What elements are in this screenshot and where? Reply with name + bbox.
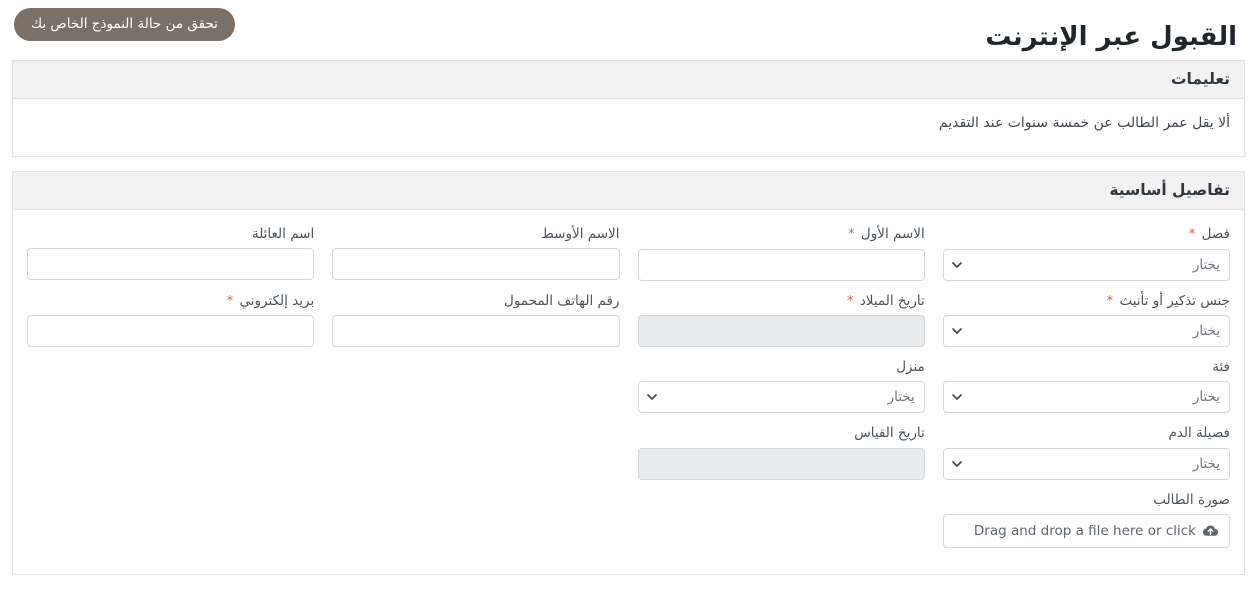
select-جنس-تذكير-أو-تأنيث-wrapper[interactable]: يختار xyxy=(942,315,1230,347)
form-field-الاسم-الأوسط: الاسم الأوسط xyxy=(323,224,628,281)
form-field-تاريخ-القياس: تاريخ القياس xyxy=(629,423,934,480)
form-field-فصيلة-الدم: فصيلة الدم يختار xyxy=(934,423,1239,480)
label-صورة-الطالب: صورة الطالب xyxy=(1153,491,1230,508)
select-فئة-wrapper[interactable]: يختار xyxy=(942,381,1230,414)
label-الاسم-الأوسط: الاسم الأوسط xyxy=(541,226,620,242)
form-field-اسم-العائلة: اسم العائلة xyxy=(18,224,323,281)
check-form-status-button[interactable]: تحقق من حالة النموذج الخاص بك xyxy=(14,8,235,42)
cloud-upload-icon xyxy=(1202,523,1219,538)
select-جنس-تذكير-أو-تأنيث[interactable]: يختار xyxy=(942,315,1230,347)
select-فصل-wrapper[interactable]: يختار xyxy=(942,248,1230,281)
required-asterisk: * xyxy=(848,227,855,242)
label-بريد-إلكتروني: بريد إلكتروني * xyxy=(226,292,315,309)
label-منزل: منزل xyxy=(896,359,925,375)
instructions-text: ألا يقل عمر الطالب عن خمسة سنوات عند الت… xyxy=(13,99,1244,156)
form-field-صورة-الطالب: صورة الطالب Drag and drop a file here or … xyxy=(934,490,1239,548)
file-dropzone-صورة-الطالب[interactable]: Drag and drop a file here or click xyxy=(942,513,1230,548)
instructions-panel: تعليمات ألا يقل عمر الطالب عن خمسة سنوات… xyxy=(12,60,1245,157)
label-فصيلة-الدم: فصيلة الدم xyxy=(1168,425,1230,442)
required-asterisk: * xyxy=(1106,293,1114,309)
required-asterisk: * xyxy=(1188,227,1196,242)
label-جنس-تذكير-أو-تأنيث: جنس تذكير أو تأنيث * xyxy=(1106,292,1230,309)
page-header: تحقق من حالة النموذج الخاص بك القبول عبر… xyxy=(0,0,1257,60)
select-فئة[interactable]: يختار xyxy=(942,381,1230,414)
form-field-منزل: منزل يختار xyxy=(629,357,934,414)
label-اسم-العائلة: اسم العائلة xyxy=(251,226,315,242)
basic-details-body: فصل * يختار الاسم الأول * الاسم الأوسط اسم ا… xyxy=(13,210,1244,574)
required-asterisk: * xyxy=(846,293,854,309)
file-dropzone-label: Drag and drop a file here or click xyxy=(973,522,1196,539)
form-field-رقم-الهاتف-المحمول: رقم الهاتف المحمول xyxy=(323,291,628,348)
select-منزل-wrapper[interactable]: يختار xyxy=(637,381,925,414)
label-الاسم-الأول: الاسم الأول * xyxy=(848,226,925,242)
label-فصل: فصل * xyxy=(1188,226,1230,242)
label-تاريخ-الميلاد: تاريخ الميلاد * xyxy=(846,292,925,309)
input-الاسم-الأول[interactable] xyxy=(637,248,925,281)
label-رقم-الهاتف-المحمول: رقم الهاتف المحمول xyxy=(504,292,620,309)
input-تاريخ-الميلاد[interactable] xyxy=(637,315,925,347)
select-منزل[interactable]: يختار xyxy=(637,381,925,414)
select-فصيلة-الدم[interactable]: يختار xyxy=(942,447,1230,480)
basic-details-heading: تفاصيل أساسية xyxy=(13,172,1244,210)
page-title: القبول عبر الإنترنت xyxy=(985,22,1237,53)
basic-details-panel: تفاصيل أساسية فصل * يختار الاسم الأول * الا… xyxy=(12,171,1245,575)
form-field-بريد-إلكتروني: بريد إلكتروني * xyxy=(18,291,323,347)
instructions-heading: تعليمات xyxy=(13,61,1244,99)
basic-details-form-grid: فصل * يختار الاسم الأول * الاسم الأوسط اسم ا… xyxy=(18,224,1239,558)
input-تاريخ-القياس[interactable] xyxy=(637,447,925,480)
input-بريد-إلكتروني[interactable] xyxy=(27,315,315,347)
input-الاسم-الأوسط[interactable] xyxy=(332,248,620,281)
form-field-فئة: فئة يختار xyxy=(934,357,1239,414)
label-فئة: فئة xyxy=(1212,359,1230,375)
form-field-الاسم-الأول: الاسم الأول * xyxy=(629,224,934,281)
label-تاريخ-القياس: تاريخ القياس xyxy=(854,425,925,442)
form-field-تاريخ-الميلاد: تاريخ الميلاد * xyxy=(629,291,934,347)
required-asterisk: * xyxy=(226,293,234,309)
input-رقم-الهاتف-المحمول[interactable] xyxy=(332,314,620,347)
form-field-فصل: فصل * يختار xyxy=(934,224,1239,281)
select-فصل[interactable]: يختار xyxy=(942,248,1230,281)
form-field-جنس-تذكير-أو-تأنيث: جنس تذكير أو تأنيث * يختار xyxy=(934,291,1239,347)
select-فصيلة-الدم-wrapper[interactable]: يختار xyxy=(942,447,1230,480)
input-اسم-العائلة[interactable] xyxy=(27,248,315,281)
